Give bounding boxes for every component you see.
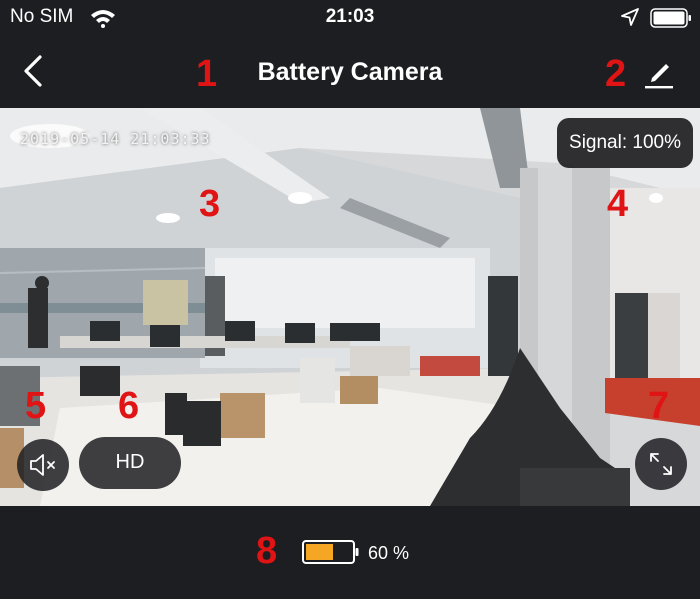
status-bar: No SIM 21:03	[0, 0, 700, 36]
camera-screen: No SIM 21:03 Battery Camera 2019-05-14 2…	[0, 0, 700, 599]
video-timestamp: 2019-05-14 21:03:33	[20, 130, 211, 148]
battery-level-icon	[302, 540, 359, 564]
signal-strength-label: Signal: 100%	[569, 132, 681, 153]
annotation-3: 3	[199, 183, 221, 225]
mute-button[interactable]	[17, 439, 69, 491]
battery-level-fill	[306, 544, 333, 560]
hd-quality-button[interactable]: HD	[79, 437, 181, 489]
annotation-8: 8	[256, 530, 278, 572]
nav-bar: Battery Camera	[0, 36, 700, 108]
location-arrow-icon	[621, 8, 639, 26]
annotation-7: 7	[648, 385, 670, 427]
fullscreen-button[interactable]	[635, 438, 687, 490]
signal-badge: Signal: 100%	[557, 118, 693, 168]
battery-percentage: 60 %	[368, 543, 410, 563]
annotation-6: 6	[118, 385, 140, 427]
annotation-4: 4	[607, 183, 629, 225]
hd-quality-label: HD	[115, 451, 145, 473]
battery-bar: 60 %	[0, 506, 700, 599]
edit-pencil-icon[interactable]	[642, 56, 676, 90]
speaker-muted-icon	[30, 454, 55, 476]
page-title: Battery Camera	[257, 58, 443, 86]
annotation-5: 5	[25, 385, 47, 427]
status-battery-icon	[650, 8, 691, 28]
annotation-2: 2	[605, 53, 627, 95]
annotation-1: 1	[196, 53, 218, 95]
fullscreen-expand-icon	[650, 453, 672, 475]
live-video-view[interactable]: 2019-05-14 21:03:33 Signal: 100% HD	[0, 108, 700, 506]
status-time: 21:03	[325, 6, 375, 27]
